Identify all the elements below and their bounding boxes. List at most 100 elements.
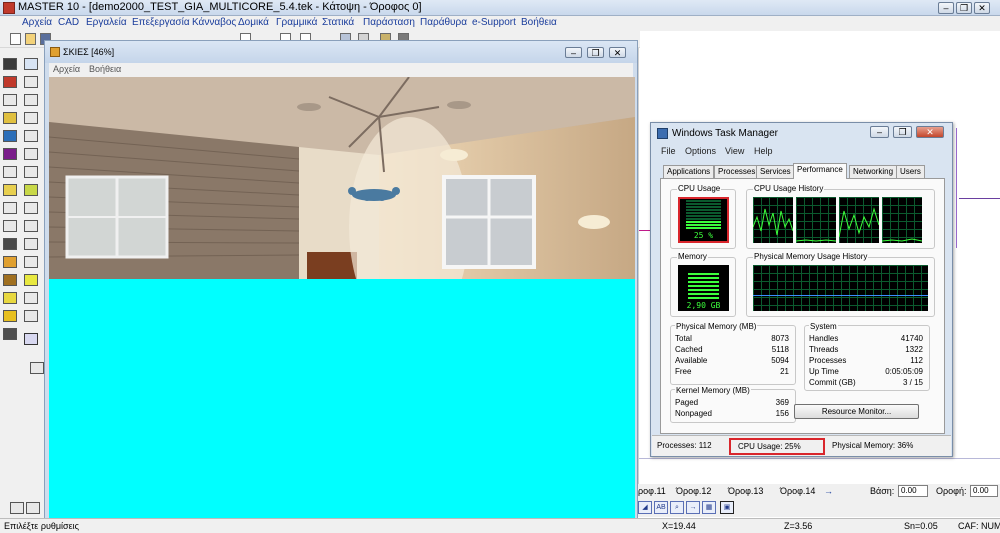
layer-toggle-icon[interactable] bbox=[30, 362, 44, 374]
close-icon[interactable]: ✕ bbox=[974, 2, 990, 14]
tm-menu-file[interactable]: File bbox=[661, 146, 676, 156]
menu-windows[interactable]: Παράθυρα bbox=[420, 17, 467, 28]
memory-history-line bbox=[753, 295, 928, 296]
trim-tool-icon[interactable] bbox=[24, 130, 38, 142]
restore-icon[interactable]: ❐ bbox=[956, 2, 972, 14]
tm-restore-icon[interactable]: ❐ bbox=[893, 126, 912, 138]
camera-icon[interactable] bbox=[3, 238, 17, 250]
cpu-meter-segment bbox=[686, 203, 721, 205]
view-icon[interactable]: ◢ bbox=[638, 501, 652, 514]
next-floor-arrow-icon[interactable]: → bbox=[824, 486, 833, 496]
cpu-usage-group: CPU Usage 25 % bbox=[670, 184, 736, 249]
eyedropper-icon[interactable] bbox=[24, 333, 38, 345]
stat-row: Threads 1322 bbox=[809, 345, 923, 354]
tab-networking[interactable]: Networking bbox=[849, 165, 898, 178]
redo-icon[interactable] bbox=[26, 502, 40, 514]
ab-icon[interactable]: AB bbox=[654, 501, 668, 514]
door-tool-icon[interactable] bbox=[3, 166, 17, 178]
new-file-icon[interactable] bbox=[10, 33, 21, 45]
slab-tool-icon[interactable] bbox=[3, 130, 17, 142]
tm-menu-view[interactable]: View bbox=[725, 146, 744, 156]
menu-files[interactable]: Αρχεία bbox=[22, 17, 52, 28]
menu-help[interactable]: Βοήθεια bbox=[521, 17, 557, 28]
tab-users[interactable]: Users bbox=[896, 165, 925, 178]
select-tool-icon[interactable] bbox=[24, 58, 38, 70]
highlighter-icon[interactable] bbox=[24, 184, 38, 196]
left-toolbar bbox=[0, 48, 45, 518]
task-manager-statusbar: Processes: 112 CPU Usage: 25% Physical M… bbox=[652, 435, 951, 456]
wrench-icon[interactable] bbox=[24, 310, 38, 322]
roof-tool-icon[interactable] bbox=[3, 184, 17, 196]
undo-icon[interactable] bbox=[10, 502, 24, 514]
floor-tab[interactable]: Όροφ.13 bbox=[728, 486, 763, 496]
open-folder-icon[interactable] bbox=[25, 33, 36, 45]
marker-icon[interactable] bbox=[3, 310, 17, 322]
cpu-meter-segment bbox=[686, 212, 721, 214]
status-bar: Επιλέξτε ρυθμίσεις X=19.44 Z=3.56 Sn=0.0… bbox=[0, 518, 1000, 533]
zoom-icon[interactable]: ⌕ bbox=[670, 501, 684, 514]
render-restore-icon[interactable]: ❐ bbox=[587, 47, 604, 58]
minimize-icon[interactable]: – bbox=[938, 2, 954, 14]
thermometer-icon[interactable] bbox=[3, 256, 17, 268]
render-menu-help[interactable]: Βοήθεια bbox=[89, 64, 121, 74]
menu-grid[interactable]: Κάνναβος bbox=[192, 17, 236, 28]
cube-icon[interactable] bbox=[24, 292, 38, 304]
render-window: ΣΚΙΕΣ [46%] – ❐ ✕ Αρχεία Βοήθεια bbox=[44, 40, 638, 521]
tm-minimize-icon[interactable]: – bbox=[870, 126, 889, 138]
text-tool-icon[interactable] bbox=[3, 220, 17, 232]
person-icon[interactable] bbox=[24, 166, 38, 178]
menu-static[interactable]: Στατικά bbox=[322, 17, 354, 28]
menu-view[interactable]: Παράσταση bbox=[363, 17, 415, 28]
beam-tool-icon[interactable] bbox=[3, 94, 17, 106]
line-tool-icon[interactable] bbox=[24, 202, 38, 214]
floor-tab[interactable]: ροφ.11 bbox=[638, 486, 666, 496]
angle-tool-icon[interactable] bbox=[24, 220, 38, 232]
wall-tool-icon[interactable] bbox=[3, 58, 17, 70]
ceiling-field[interactable]: 0.00 bbox=[970, 485, 998, 497]
resource-monitor-button[interactable]: Resource Monitor... bbox=[794, 404, 919, 419]
menu-linear[interactable]: Γραμμικά bbox=[276, 17, 317, 28]
plumbing-icon[interactable] bbox=[3, 328, 17, 340]
render-minimize-icon[interactable]: – bbox=[565, 47, 582, 58]
tab-applications[interactable]: Applications bbox=[663, 165, 715, 178]
move-tool-icon[interactable] bbox=[24, 94, 38, 106]
task-manager-caption: Windows Task Manager – ❐ ✕ bbox=[651, 123, 952, 143]
circle-tool-icon[interactable] bbox=[24, 238, 38, 250]
tm-menu-options[interactable]: Options bbox=[685, 146, 716, 156]
status-caps: CAF: NUM bbox=[958, 521, 1000, 531]
floor-tab[interactable]: Όροφ.14 bbox=[780, 486, 815, 496]
menu-tools[interactable]: Εργαλεία bbox=[86, 17, 127, 28]
extend-tool-icon[interactable] bbox=[24, 148, 38, 160]
print-icon[interactable]: ▣ bbox=[720, 501, 734, 514]
render-close-icon[interactable]: ✕ bbox=[609, 47, 626, 58]
light-icon[interactable] bbox=[3, 274, 17, 286]
menu-esupport[interactable]: e-Support bbox=[472, 17, 516, 28]
column-tool-icon[interactable] bbox=[3, 76, 17, 88]
arc-tool-icon[interactable] bbox=[24, 256, 38, 268]
sun-icon[interactable] bbox=[24, 274, 38, 286]
bulb-icon[interactable] bbox=[3, 292, 17, 304]
stairs-tool-icon[interactable] bbox=[3, 148, 17, 160]
menu-edit[interactable]: Επεξεργασία bbox=[132, 17, 190, 28]
arrow-icon[interactable]: → bbox=[686, 501, 700, 514]
eraser-icon[interactable] bbox=[24, 76, 38, 88]
physical-memory-title: Physical Memory (MB) bbox=[675, 322, 758, 331]
tab-processes[interactable]: Processes bbox=[714, 165, 760, 178]
base-field[interactable]: 0.00 bbox=[898, 485, 928, 497]
tm-close-icon[interactable]: ✕ bbox=[916, 126, 944, 138]
task-manager-tabs: Applications Processes Services Performa… bbox=[660, 163, 945, 179]
app-icon bbox=[3, 2, 15, 14]
floor-tab[interactable]: Όροφ.12 bbox=[676, 486, 711, 496]
render-menu-files[interactable]: Αρχεία bbox=[53, 64, 80, 74]
window-tool-icon[interactable] bbox=[3, 202, 17, 214]
menu-structural[interactable]: Δομικά bbox=[238, 17, 269, 28]
menu-cad[interactable]: CAD bbox=[58, 17, 79, 28]
status-physical-memory: Physical Memory: 36% bbox=[832, 441, 914, 450]
ceiling-label: Οροφή: bbox=[936, 486, 967, 496]
tab-services[interactable]: Services bbox=[756, 165, 795, 178]
tm-menu-help[interactable]: Help bbox=[754, 146, 773, 156]
mirror-tool-icon[interactable] bbox=[24, 112, 38, 124]
pencil-icon[interactable] bbox=[3, 112, 17, 124]
tab-performance[interactable]: Performance bbox=[793, 163, 847, 179]
grid-toggle-icon[interactable]: ▦ bbox=[702, 501, 716, 514]
